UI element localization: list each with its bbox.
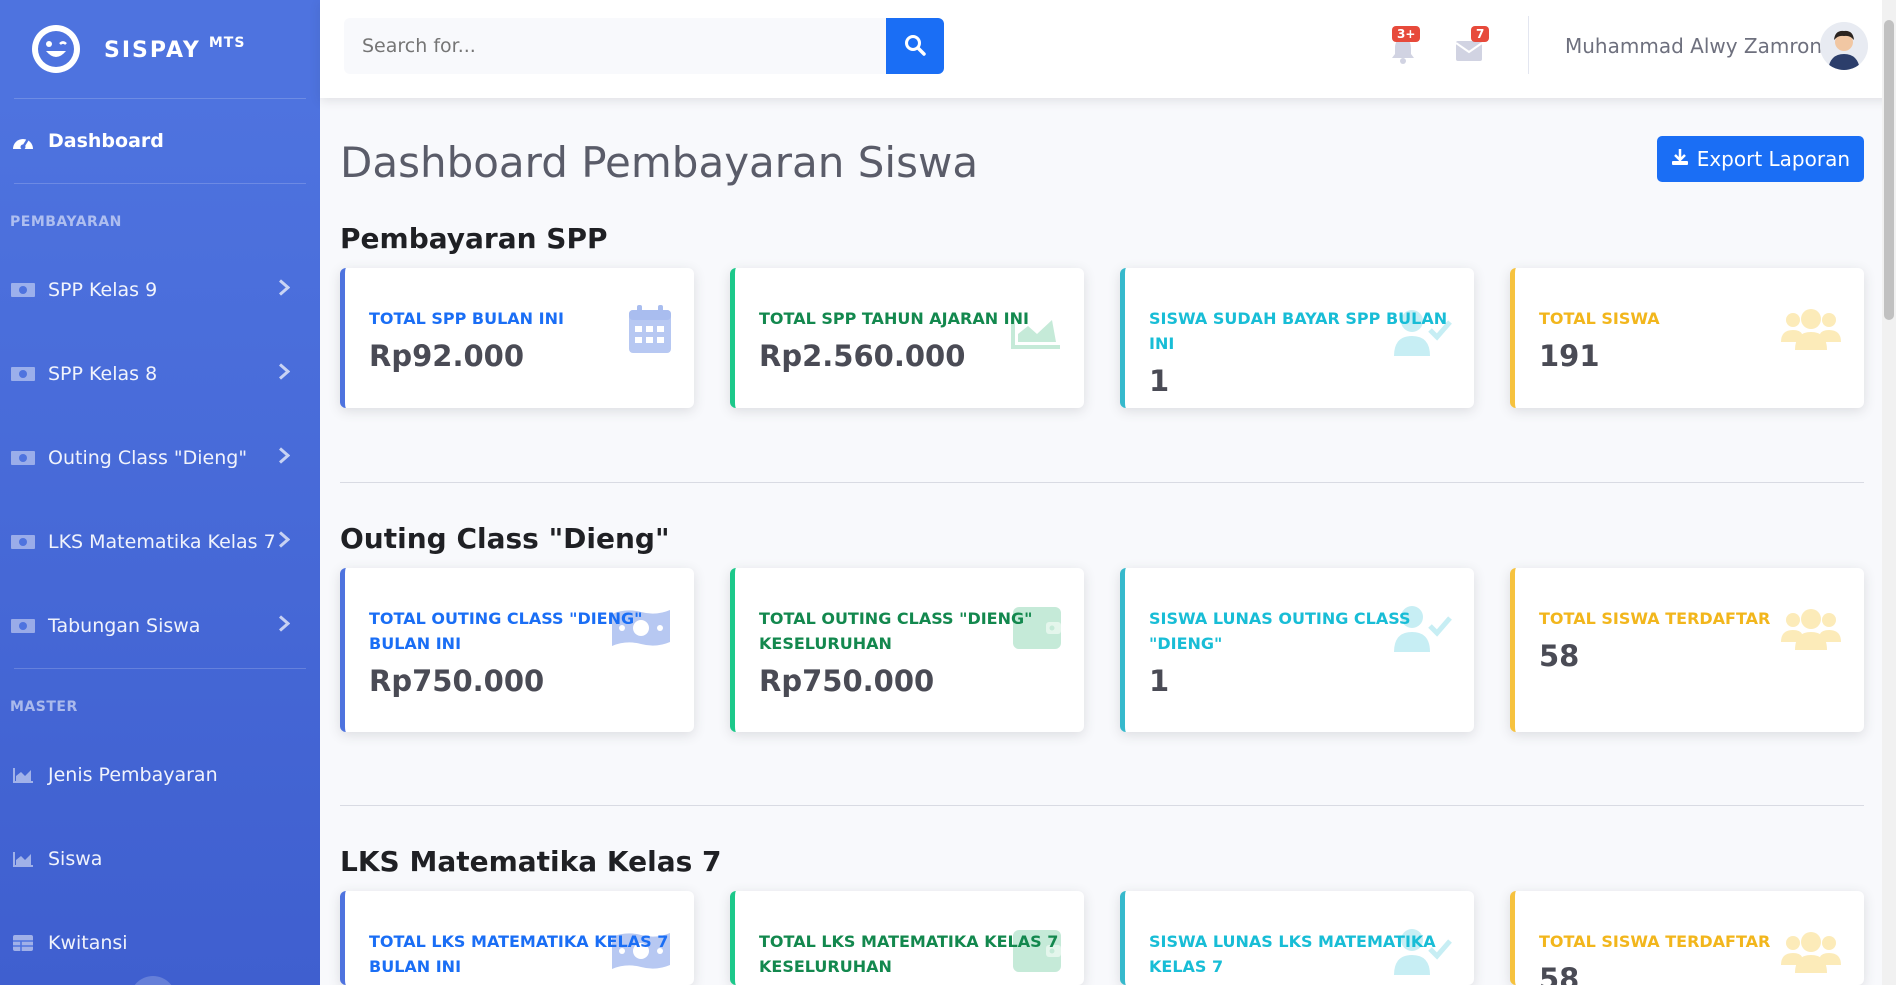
sidebar-item-spp-kelas-9[interactable]: SPP Kelas 9 — [0, 248, 320, 332]
card-value: Rp750.000 — [759, 664, 935, 698]
card-value: 191 — [1539, 339, 1600, 373]
card-total-spp-bulan-ini: TOTAL SPP BULAN INI Rp92.000 — [340, 268, 694, 408]
card-total-siswa-terdaftar-lks: TOTAL SISWA TERDAFTAR 58 — [1510, 891, 1864, 985]
card-value: 58 — [1539, 639, 1580, 673]
sidebar-item-label: SPP Kelas 9 — [48, 279, 158, 301]
alerts-dropdown[interactable]: 3+ — [1390, 26, 1426, 66]
alerts-badge: 3+ — [1392, 26, 1421, 42]
export-report-button[interactable]: Export Laporan — [1656, 136, 1864, 182]
brand-suffix: MTS — [208, 35, 246, 51]
sidebar-item-jenis-pembayaran[interactable]: Jenis Pembayaran — [0, 733, 320, 817]
card-total-lks-keseluruhan: TOTAL LKS MATEMATIKA KELAS 7 KESELURUHAN — [730, 891, 1084, 985]
page-title: Dashboard Pembayaran Siswa — [340, 138, 979, 187]
card-value: 1 — [1149, 364, 1170, 398]
sidebar-heading-master: MASTER — [10, 699, 78, 715]
chevron-right-icon — [278, 279, 291, 302]
card-siswa-lunas-lks: SISWA LUNAS LKS MATEMATIKA KELAS 7 — [1120, 891, 1474, 985]
sidebar-item-spp-kelas-8[interactable]: SPP Kelas 8 — [0, 332, 320, 416]
table-icon — [10, 933, 36, 953]
card-siswa-lunas-outing: SISWA LUNAS OUTING CLASS "DIENG" 1 — [1120, 568, 1474, 732]
brand-name: SISPAY MTS — [104, 35, 246, 63]
card-label: TOTAL SISWA TERDAFTAR — [1539, 609, 1771, 628]
sidebar-item-kwitansi[interactable]: Kwitansi — [0, 901, 320, 985]
sidebar-heading-pembayaran: PEMBAYARAN — [10, 214, 122, 230]
card-label: TOTAL SISWA TERDAFTAR — [1539, 932, 1771, 951]
laugh-wink-icon — [32, 25, 80, 73]
messages-dropdown[interactable]: 7 — [1455, 26, 1491, 66]
card-total-siswa-terdaftar-outing: TOTAL SISWA TERDAFTAR 58 — [1510, 568, 1864, 732]
tachometer-icon — [10, 131, 36, 151]
search-button[interactable] — [886, 18, 944, 74]
sidebar-item-label: LKS Matematika Kelas 7 — [48, 531, 276, 553]
sidebar-item-outing-class[interactable]: Outing Class "Dieng" — [0, 416, 320, 500]
card-label: TOTAL OUTING CLASS "DIENG" BULAN INI — [369, 609, 643, 653]
card-value: Rp2.560.000 — [759, 339, 966, 373]
chevron-right-icon — [278, 447, 291, 470]
sidebar-item-label: Outing Class "Dieng" — [48, 447, 248, 469]
card-total-siswa: TOTAL SISWA 191 — [1510, 268, 1864, 408]
card-label: SISWA LUNAS LKS MATEMATIKA KELAS 7 — [1149, 932, 1436, 976]
card-label: TOTAL SPP BULAN INI — [369, 309, 564, 328]
money-bill-icon — [10, 532, 36, 552]
brand[interactable]: SISPAY MTS — [0, 0, 320, 98]
chevron-right-icon — [278, 363, 291, 386]
search-input[interactable] — [344, 18, 886, 74]
sidebar-item-tabungan-siswa[interactable]: Tabungan Siswa — [0, 584, 320, 668]
topbar-divider — [1528, 16, 1529, 74]
user-name[interactable]: Muhammad Alwy Zamroni — [1565, 34, 1828, 58]
card-value: Rp92.000 — [369, 339, 524, 373]
sidebar-item-label: Dashboard — [48, 130, 164, 152]
sidebar-item-dashboard[interactable]: Dashboard — [0, 99, 320, 183]
chevron-right-icon — [278, 615, 291, 638]
sidebar-item-label: Siswa — [48, 848, 103, 870]
card-label: TOTAL LKS MATEMATIKA KELAS 7 KESELURUHAN — [759, 932, 1059, 976]
cards-row-spp: TOTAL SPP BULAN INI Rp92.000 TOTAL SPP T… — [340, 268, 1864, 408]
cards-row-lks-matematika: TOTAL LKS MATEMATIKA KELAS 7 BULAN INI T… — [340, 891, 1864, 985]
sidebar-item-label: SPP Kelas 8 — [48, 363, 158, 385]
card-total-outing-keseluruhan: TOTAL OUTING CLASS "DIENG" KESELURUHAN R… — [730, 568, 1084, 732]
money-bill-icon — [10, 616, 36, 636]
card-value: 1 — [1149, 664, 1170, 698]
card-label: SISWA SUDAH BAYAR SPP BULAN INI — [1149, 309, 1448, 353]
card-value: Rp750.000 — [369, 664, 545, 698]
card-label: TOTAL SISWA — [1539, 309, 1660, 328]
cards-row-outing-class: TOTAL OUTING CLASS "DIENG" BULAN INI Rp7… — [340, 568, 1864, 732]
card-label: SISWA LUNAS OUTING CLASS "DIENG" — [1149, 609, 1411, 653]
money-bill-icon — [10, 280, 36, 300]
sidebar-item-lks-matematika[interactable]: LKS Matematika Kelas 7 — [0, 500, 320, 584]
avatar[interactable] — [1820, 22, 1868, 70]
export-report-label: Export Laporan — [1696, 147, 1850, 171]
card-value: 58 — [1539, 962, 1580, 985]
messages-badge: 7 — [1471, 26, 1490, 42]
section-divider — [340, 805, 1864, 806]
section-divider — [340, 482, 1864, 483]
chevron-right-icon — [278, 531, 291, 554]
page-scrollbar-thumb[interactable] — [1884, 20, 1894, 320]
section-title-spp: Pembayaran SPP — [340, 222, 608, 255]
search-form — [344, 18, 944, 74]
sidebar-item-siswa[interactable]: Siswa — [0, 817, 320, 901]
card-total-lks-bulan-ini: TOTAL LKS MATEMATIKA KELAS 7 BULAN INI — [340, 891, 694, 985]
sidebar-item-label: Tabungan Siswa — [48, 615, 201, 637]
card-total-spp-tahun-ajaran: TOTAL SPP TAHUN AJARAN INI Rp2.560.000 — [730, 268, 1084, 408]
card-label: TOTAL OUTING CLASS "DIENG" KESELURUHAN — [759, 609, 1033, 653]
topbar: 3+ 7 Muhammad Alwy Zamroni — [320, 0, 1896, 98]
section-title-outing-class: Outing Class "Dieng" — [340, 522, 670, 555]
card-label: TOTAL SPP TAHUN AJARAN INI — [759, 309, 1029, 328]
card-label: TOTAL LKS MATEMATIKA KELAS 7 BULAN INI — [369, 932, 669, 976]
search-icon — [904, 34, 926, 59]
sidebar-item-label: Jenis Pembayaran — [48, 764, 218, 786]
money-bill-icon — [10, 448, 36, 468]
download-icon — [1671, 147, 1689, 171]
money-bill-icon — [10, 364, 36, 384]
card-total-outing-bulan-ini: TOTAL OUTING CLASS "DIENG" BULAN INI Rp7… — [340, 568, 694, 732]
page-scrollbar[interactable] — [1882, 0, 1896, 985]
section-title-lks-matematika: LKS Matematika Kelas 7 — [340, 845, 722, 878]
sidebar: SISPAY MTS Dashboard PEMBAYARAN SPP Kelas… — [0, 0, 320, 985]
chart-area-icon — [10, 765, 36, 785]
chart-area-icon — [10, 849, 36, 869]
sidebar-item-label: Kwitansi — [48, 932, 128, 954]
card-siswa-sudah-bayar: SISWA SUDAH BAYAR SPP BULAN INI 1 — [1120, 268, 1474, 408]
